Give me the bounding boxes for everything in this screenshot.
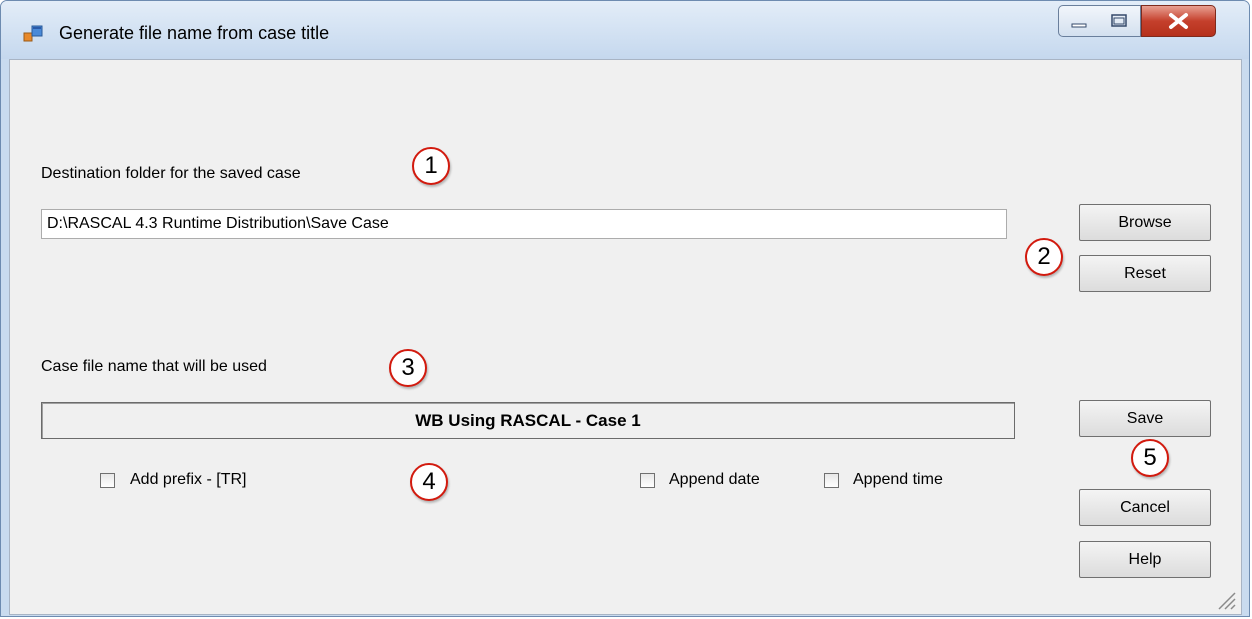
callout-5: 5 [1131,439,1169,477]
minimize-button[interactable] [1058,5,1100,37]
append-date-checkbox[interactable] [640,473,655,488]
maximize-icon [1111,14,1127,27]
browse-button[interactable]: Browse [1079,204,1211,241]
maximize-button[interactable] [1099,5,1141,37]
case-file-label: Case file name that will be used [41,358,267,375]
window-title: Generate file name from case title [59,23,330,43]
help-button[interactable]: Help [1079,541,1211,578]
dialog-body [9,59,1242,615]
dialog-window: Generate file name from case title Desti… [0,0,1250,617]
append-time-checkbox[interactable] [824,473,839,488]
destination-path-field[interactable]: D:\RASCAL 4.3 Runtime Distribution\Save … [41,209,1007,239]
resize-grip-icon[interactable] [1213,587,1237,611]
append-time-label[interactable]: Append time [853,471,943,489]
destination-label: Destination folder for the saved case [41,165,301,182]
close-icon [1169,13,1188,29]
callout-4: 4 [410,463,448,501]
save-button[interactable]: Save [1079,400,1211,437]
minimize-icon [1071,23,1087,28]
append-date-label[interactable]: Append date [669,471,760,489]
case-file-name: WB Using RASCAL - Case 1 [41,402,1015,439]
callout-1: 1 [412,147,450,185]
callout-3: 3 [389,349,427,387]
close-button[interactable] [1141,5,1216,37]
cancel-button[interactable]: Cancel [1079,489,1211,526]
callout-2: 2 [1025,238,1063,276]
add-prefix-label[interactable]: Add prefix - [TR] [130,471,246,489]
add-prefix-checkbox[interactable] [100,473,115,488]
title-bar[interactable]: Generate file name from case title [1,1,1249,59]
reset-button[interactable]: Reset [1079,255,1211,292]
app-window-icon [23,25,43,42]
